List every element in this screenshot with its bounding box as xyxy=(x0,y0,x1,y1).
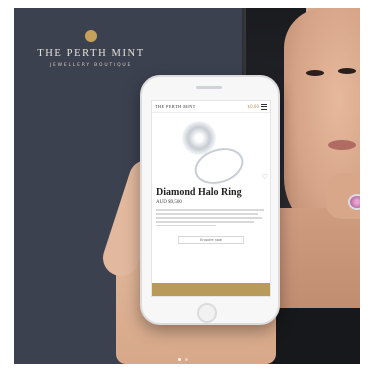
description-line xyxy=(156,209,264,211)
product-image: ♡ xyxy=(152,115,270,190)
hero-image: THE PERTH MINT JEWELLERY BOUTIQUE THE PE… xyxy=(14,8,360,364)
product-title: Diamond Halo Ring xyxy=(156,187,242,198)
model-eye-left xyxy=(306,70,324,76)
pink-ring-icon xyxy=(348,194,360,210)
phone-speaker xyxy=(196,86,222,89)
model-eye-right xyxy=(338,68,356,74)
add-to-bag-bar[interactable] xyxy=(152,283,270,296)
app-header-actions: $0.00 xyxy=(248,103,267,110)
carousel-indicators xyxy=(178,358,198,362)
brand-title: THE PERTH MINT xyxy=(37,48,145,59)
enquire-button[interactable]: Enquire now xyxy=(178,236,244,245)
home-button[interactable] xyxy=(197,303,217,323)
app-logo[interactable]: THE PERTH MINT xyxy=(155,104,196,109)
carousel-dot[interactable] xyxy=(185,358,188,361)
brand-logo: THE PERTH MINT JEWELLERY BOUTIQUE xyxy=(14,30,168,68)
cart-total[interactable]: $0.00 xyxy=(248,104,259,109)
carousel-dot-active[interactable] xyxy=(178,358,181,361)
menu-icon[interactable] xyxy=(261,103,267,110)
smartphone: THE PERTH MINT $0.00 ♡ Diamond Halo Ring… xyxy=(140,75,280,325)
description-line xyxy=(156,213,258,215)
product-description xyxy=(152,209,270,227)
swan-logo-icon xyxy=(85,30,97,42)
phone-screen: THE PERTH MINT $0.00 ♡ Diamond Halo Ring… xyxy=(151,100,271,297)
product-price: AUD $9,500 xyxy=(156,200,182,205)
wishlist-heart-icon[interactable]: ♡ xyxy=(262,173,268,181)
description-line xyxy=(156,217,262,219)
description-line xyxy=(156,221,254,223)
app-header: THE PERTH MINT $0.00 xyxy=(152,101,270,113)
model-lips xyxy=(328,140,356,150)
brand-subtitle: JEWELLERY BOUTIQUE xyxy=(49,63,133,68)
description-line xyxy=(156,224,216,227)
